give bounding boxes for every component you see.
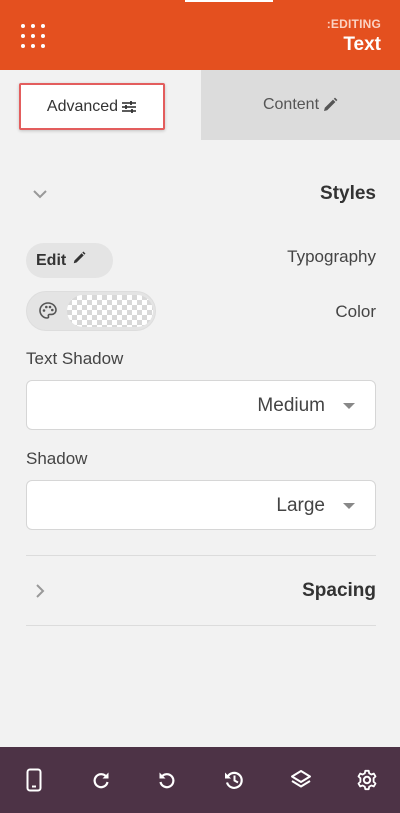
color-label: Color (335, 302, 376, 321)
tab-bar: Advanced Content (0, 70, 400, 140)
caret-down-icon (343, 403, 355, 409)
spacing-expand-toggle[interactable] (28, 579, 52, 603)
caret-down-icon (343, 503, 355, 509)
chevron-right-icon (36, 584, 45, 598)
editing-title: Text (343, 34, 381, 55)
history-icon[interactable] (221, 767, 247, 793)
grid-menu-icon[interactable] (21, 24, 47, 50)
text-shadow-label: Text Shadow (26, 349, 124, 368)
color-swatch-transparent[interactable] (67, 295, 153, 327)
shadow-select[interactable]: Large (26, 480, 376, 530)
typography-edit-button[interactable]: Edit (26, 243, 113, 278)
mobile-icon[interactable] (21, 767, 47, 793)
undo-icon[interactable] (154, 767, 180, 793)
typography-label: Typography (287, 247, 376, 266)
editor-footer (0, 747, 400, 813)
layers-icon[interactable] (288, 767, 314, 793)
tab-advanced-area: Advanced (0, 70, 201, 140)
section-divider (26, 555, 376, 556)
pencil-icon (72, 251, 86, 270)
text-shadow-value: Medium (257, 395, 325, 416)
spacing-section-title[interactable]: Spacing (302, 580, 376, 602)
section-divider (26, 625, 376, 626)
styles-section-title[interactable]: Styles (320, 183, 376, 205)
settings-icon[interactable] (354, 767, 380, 793)
tab-advanced[interactable]: Advanced (19, 83, 165, 130)
editor-panel: :EDITING Text Advanced Content Styles Ed… (0, 0, 400, 813)
typography-edit-label: Edit (36, 251, 67, 269)
sliders-icon (121, 100, 137, 114)
palette-icon (39, 302, 57, 325)
redo-icon[interactable] (88, 767, 114, 793)
styles-collapse-toggle[interactable] (28, 182, 52, 206)
color-picker[interactable] (26, 291, 156, 331)
shadow-label: Shadow (26, 449, 88, 468)
tab-content-label: Content (262, 96, 320, 113)
tab-content[interactable]: Content (201, 70, 400, 140)
editing-label: :EDITING (326, 17, 381, 31)
chevron-down-icon (33, 190, 47, 199)
pencil-icon (322, 97, 338, 113)
editor-header: :EDITING Text (0, 0, 400, 70)
text-shadow-select[interactable]: Medium (26, 380, 376, 430)
tab-advanced-label: Advanced (46, 97, 119, 115)
shadow-value: Large (276, 495, 325, 516)
header-accent-line (185, 0, 273, 2)
